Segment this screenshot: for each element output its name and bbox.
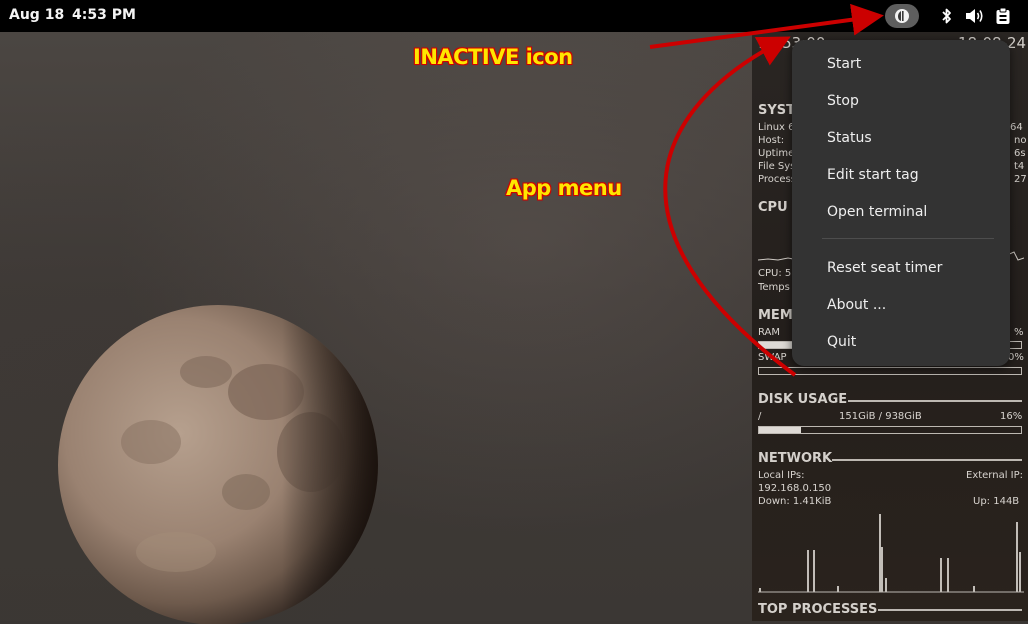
annotation-arrows bbox=[649, 3, 884, 377]
annotation-app-menu: App menu bbox=[506, 176, 622, 200]
annotation-inactive-icon: INACTIVE icon bbox=[413, 45, 573, 69]
arrow-to-menu bbox=[663, 36, 797, 377]
arrow-to-indicator bbox=[649, 3, 884, 49]
